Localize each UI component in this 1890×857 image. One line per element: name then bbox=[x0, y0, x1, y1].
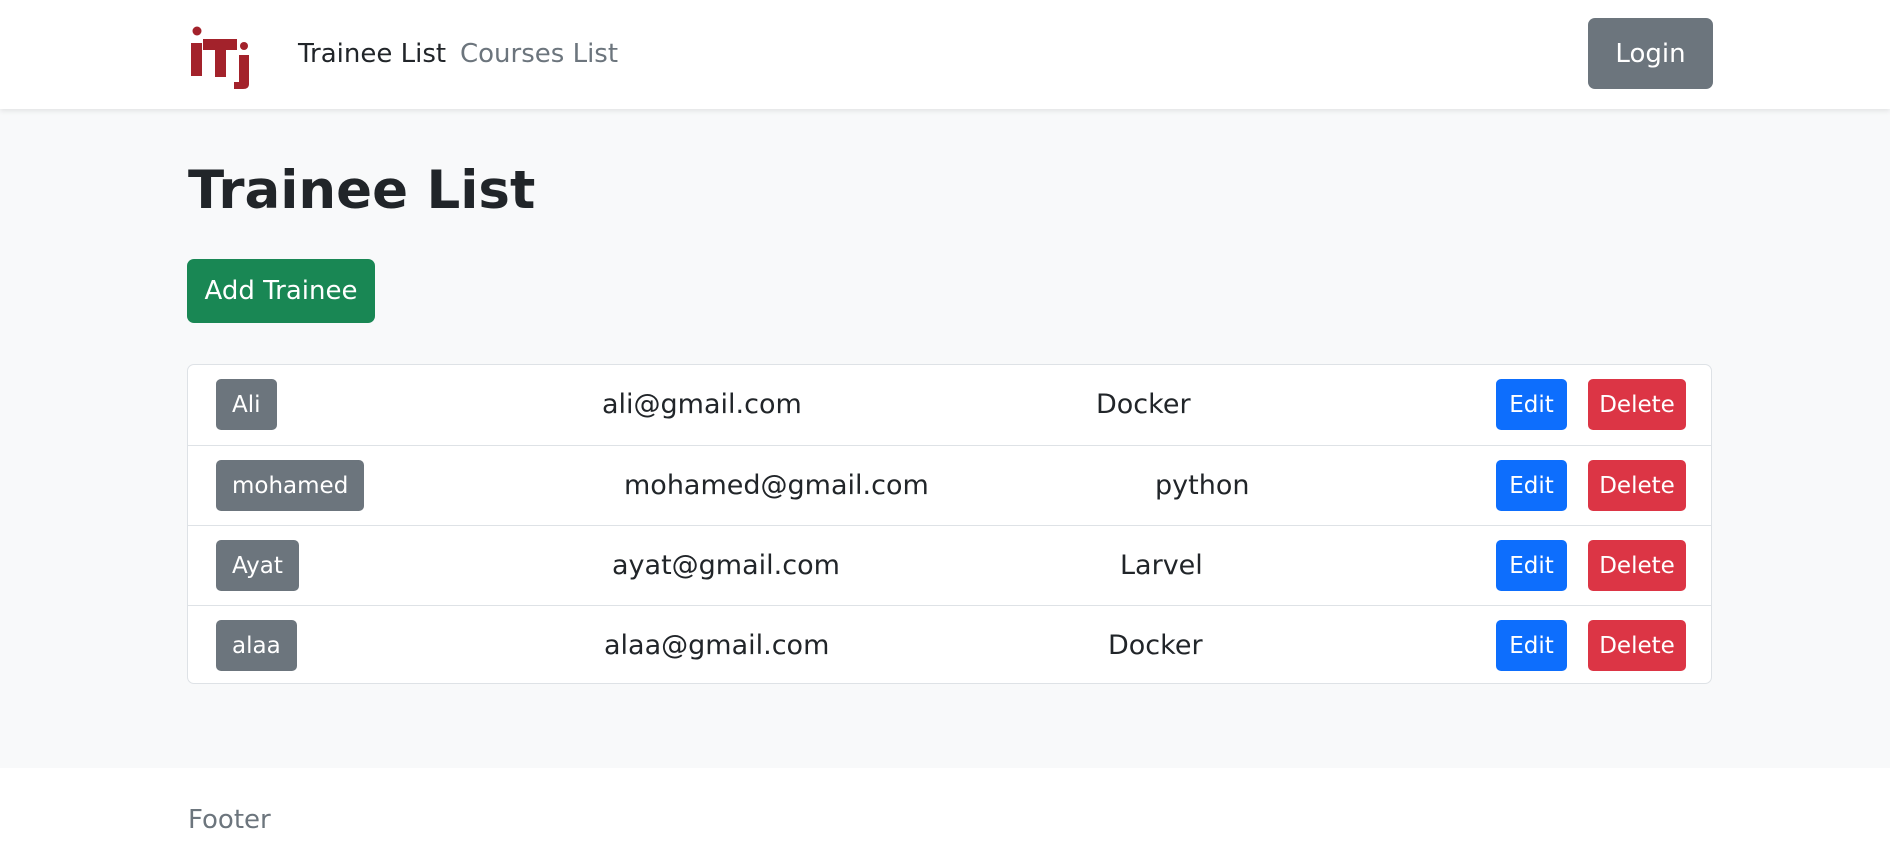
trainee-course: python bbox=[1155, 470, 1250, 501]
trainee-name-badge: Ayat bbox=[216, 540, 299, 591]
trainee-row: alaa alaa@gmail.com Docker Edit Delete bbox=[188, 605, 1711, 683]
delete-button[interactable]: Delete bbox=[1588, 540, 1686, 591]
delete-button[interactable]: Delete bbox=[1588, 620, 1686, 671]
trainee-email: mohamed@gmail.com bbox=[624, 470, 929, 501]
edit-button[interactable]: Edit bbox=[1496, 379, 1567, 430]
edit-button[interactable]: Edit bbox=[1496, 540, 1567, 591]
navbar: Trainee List Courses List Login bbox=[0, 0, 1890, 109]
delete-button[interactable]: Delete bbox=[1588, 379, 1686, 430]
trainee-email: ali@gmail.com bbox=[602, 389, 802, 420]
delete-button[interactable]: Delete bbox=[1588, 460, 1686, 511]
trainee-row: Ayat ayat@gmail.com Larvel Edit Delete bbox=[188, 525, 1711, 605]
page-title: Trainee List bbox=[188, 160, 536, 221]
trainee-email: ayat@gmail.com bbox=[612, 550, 840, 581]
trainee-row: mohamed mohamed@gmail.com python Edit De… bbox=[188, 445, 1711, 525]
iti-logo-icon[interactable] bbox=[190, 26, 252, 90]
add-trainee-button[interactable]: Add Trainee bbox=[187, 259, 375, 323]
main-content: Trainee List Add Trainee Ali ali@gmail.c… bbox=[0, 109, 1890, 768]
login-button[interactable]: Login bbox=[1588, 18, 1713, 89]
trainee-course: Docker bbox=[1096, 389, 1191, 420]
trainee-list: Ali ali@gmail.com Docker Edit Delete moh… bbox=[187, 364, 1712, 684]
nav-link-trainee-list[interactable]: Trainee List bbox=[298, 36, 446, 72]
footer-text: Footer bbox=[188, 805, 271, 835]
nav-link-courses-list[interactable]: Courses List bbox=[460, 36, 618, 72]
trainee-course: Docker bbox=[1108, 630, 1203, 661]
trainee-course: Larvel bbox=[1120, 550, 1203, 581]
footer: Footer bbox=[0, 768, 1890, 857]
trainee-row: Ali ali@gmail.com Docker Edit Delete bbox=[188, 365, 1711, 445]
trainee-name-badge: mohamed bbox=[216, 460, 365, 511]
trainee-email: alaa@gmail.com bbox=[604, 630, 830, 661]
trainee-name-badge: alaa bbox=[216, 620, 297, 671]
trainee-name-badge: Ali bbox=[216, 379, 277, 430]
edit-button[interactable]: Edit bbox=[1496, 460, 1567, 511]
edit-button[interactable]: Edit bbox=[1496, 620, 1567, 671]
